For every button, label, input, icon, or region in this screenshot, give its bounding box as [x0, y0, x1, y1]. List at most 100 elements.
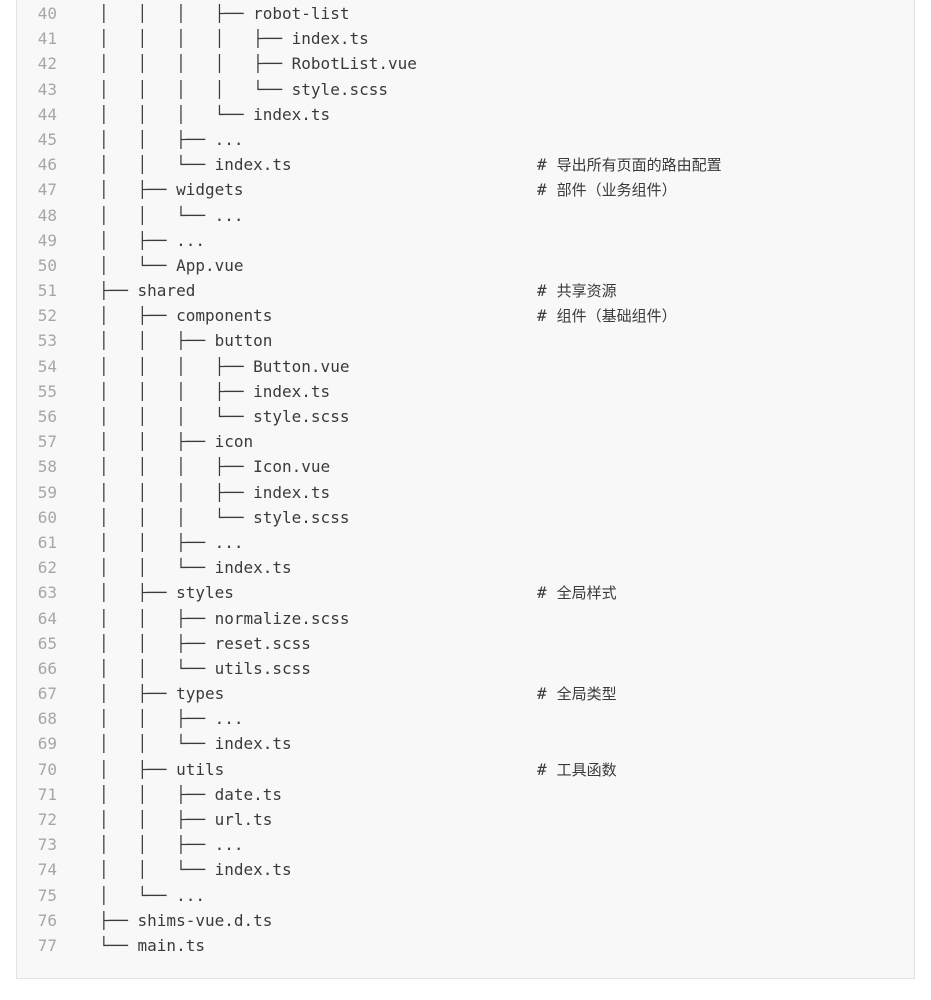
code-line: 67 │ ├── types # 全局类型 [17, 681, 617, 706]
line-number: 61 [37, 532, 57, 552]
code-line: 41 │ │ │ │ ├── index.ts [17, 26, 417, 51]
code-line: 42 │ │ │ │ ├── RobotList.vue [17, 51, 417, 76]
line-number: 65 [37, 633, 57, 653]
comment-marker: # [537, 281, 547, 301]
comment-text: 组件（基础组件） [556, 307, 677, 326]
line-number: 51 [37, 281, 57, 301]
code-line: 55 │ │ │ ├── index.ts [17, 379, 417, 404]
code-text: │ │ │ ├── Icon.vue [99, 457, 331, 477]
line-number: 75 [37, 885, 57, 905]
code-line: 69 │ │ └── index.ts [17, 731, 417, 756]
code-text: │ │ │ └── style.scss [99, 507, 350, 527]
code-line: 73 │ │ ├── ... [17, 832, 417, 857]
code-text: │ │ ├── normalize.scss [99, 608, 350, 628]
line-number: 49 [37, 230, 57, 250]
comment-text: 全局样式 [556, 584, 617, 603]
line-number: 66 [37, 658, 57, 678]
comment-text: 工具函数 [556, 760, 617, 779]
code-text: │ ├── widgets [99, 180, 244, 200]
line-number: 48 [37, 205, 57, 225]
line-number: 41 [37, 29, 57, 49]
code-text: │ │ ├── ... [99, 835, 244, 855]
comment-marker: # [537, 684, 547, 704]
comment-marker: # [537, 759, 547, 779]
code-comment: # 共享资源 [537, 278, 617, 304]
code-text: │ │ └── index.ts [99, 155, 292, 175]
code-text: │ ├── types [99, 684, 225, 704]
code-text: └── main.ts [99, 935, 205, 955]
code-text: │ │ └── utils.scss [99, 658, 311, 678]
line-number: 69 [37, 734, 57, 754]
code-text: │ └── App.vue [99, 255, 244, 275]
code-text: │ │ │ └── style.scss [99, 407, 350, 426]
line-number: 72 [37, 810, 57, 829]
code-text: │ │ │ ├── robot-list [99, 4, 350, 23]
code-line: 43 │ │ │ │ └── style.scss [17, 77, 417, 102]
code-text: │ │ ├── date.ts [99, 784, 283, 804]
line-number: 43 [37, 79, 57, 99]
code-line: 45 │ │ ├── ... [17, 127, 417, 152]
code-comment: # 导出所有页面的路由配置 [537, 152, 722, 178]
line-number: 50 [37, 255, 57, 275]
code-line: 76 ├── shims-vue.d.ts [17, 908, 417, 933]
code-comment: # 工具函数 [537, 757, 617, 783]
code-line: 60 │ │ │ └── style.scss [17, 505, 417, 530]
line-number: 74 [37, 860, 57, 880]
code-line: 64 │ │ ├── normalize.scss [17, 606, 417, 631]
line-number: 59 [37, 482, 57, 502]
code-text: │ │ │ ├── index.ts [99, 381, 331, 401]
code-line: 40 │ │ │ ├── robot-list [17, 1, 417, 26]
line-number: 68 [37, 709, 57, 729]
line-number: 64 [37, 608, 57, 628]
code-line: 46 │ │ └── index.ts # 导出所有页面的路由配置 [17, 152, 722, 177]
line-number: 58 [37, 457, 57, 477]
code-line: 53 │ │ ├── button [17, 328, 417, 353]
comment-text: 部件（业务组件） [556, 181, 677, 200]
code-text: ├── shims-vue.d.ts [99, 910, 273, 930]
line-number: 76 [37, 910, 57, 930]
line-number: 63 [37, 583, 57, 603]
code-line: 56 │ │ │ └── style.scss [17, 404, 417, 429]
code-line: 63 │ ├── styles # 全局样式 [17, 580, 617, 605]
code-comment: # 组件（基础组件） [537, 303, 677, 329]
code-text: │ │ ├── icon [99, 432, 254, 452]
line-number: 67 [37, 684, 57, 704]
code-text: │ │ └── ... [99, 205, 244, 225]
comment-marker: # [537, 583, 547, 603]
code-line: 50 │ └── App.vue [17, 253, 417, 278]
code-line: 72 │ │ ├── url.ts [17, 807, 417, 832]
line-number: 44 [37, 104, 57, 124]
code-block: 40 │ │ │ ├── robot-list 41 │ │ │ │ ├── inde… [16, 0, 915, 979]
code-text: │ │ ├── ... [99, 532, 244, 552]
line-number: 71 [37, 784, 57, 804]
line-number: 53 [37, 331, 57, 351]
code-line: 74 │ │ └── index.ts [17, 857, 417, 882]
line-number: 73 [37, 835, 57, 855]
code-text: │ │ └── index.ts [99, 558, 292, 578]
line-number: 52 [37, 306, 57, 326]
code-lines: 40 │ │ │ ├── robot-list 41 │ │ │ │ ├── inde… [17, 0, 722, 958]
code-line: 68 │ │ ├── ... [17, 706, 417, 731]
code-text: │ └── ... [99, 885, 205, 905]
comment-text: 导出所有页面的路由配置 [556, 156, 722, 175]
line-number: 42 [37, 54, 57, 74]
code-text: │ ├── components [99, 306, 273, 326]
comment-marker: # [537, 180, 547, 200]
line-number: 45 [37, 129, 57, 149]
code-text: │ │ ├── reset.scss [99, 633, 311, 653]
code-line: 51 ├── shared # 共享资源 [17, 278, 617, 303]
code-line: 48 │ │ └── ... [17, 203, 417, 228]
code-text: │ │ ├── url.ts [99, 810, 273, 829]
line-number: 47 [37, 180, 57, 200]
code-line: 57 │ │ ├── icon [17, 429, 417, 454]
comment-marker: # [537, 306, 547, 326]
code-text: │ │ ├── button [99, 331, 273, 351]
code-text: │ ├── utils [99, 759, 225, 779]
code-text: │ │ ├── ... [99, 709, 244, 729]
code-text: │ │ │ │ └── style.scss [99, 79, 388, 99]
code-line: 77 └── main.ts [17, 933, 417, 958]
code-text: │ ├── ... [99, 230, 205, 250]
line-number: 54 [37, 356, 57, 376]
code-text: │ │ │ └── index.ts [99, 104, 331, 124]
code-text: │ │ │ ├── index.ts [99, 482, 331, 502]
